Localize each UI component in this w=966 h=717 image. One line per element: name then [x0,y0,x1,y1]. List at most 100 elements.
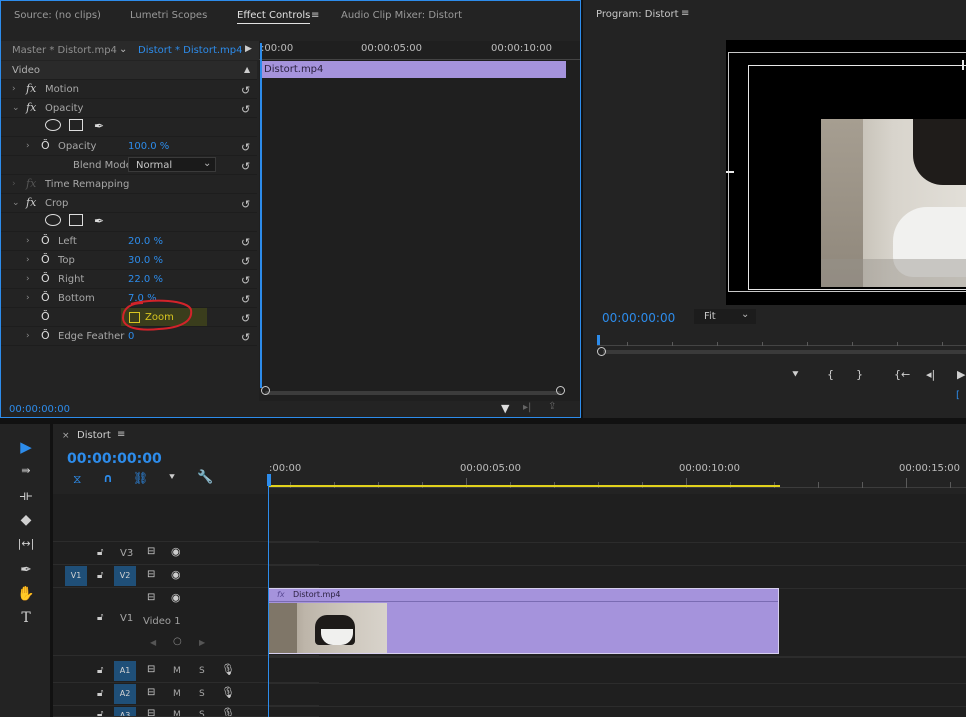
left-value[interactable]: 20.0 % [128,236,163,247]
mic-icon[interactable]: 🎙︎ [221,686,235,699]
lock-icon[interactable]: 🔓︎ [97,612,103,623]
work-area-bar[interactable] [268,485,780,487]
razor-tool-icon[interactable]: ◆ [15,512,37,532]
pen-tool-icon[interactable]: ✒ [15,562,37,582]
timeline-menu-icon[interactable]: ≡ [117,429,125,440]
solo-button[interactable]: S [199,689,205,699]
rectangle-mask-icon[interactable] [69,214,83,226]
effect-time-remapping[interactable]: › fx Time Remapping [1,175,257,194]
tab-source[interactable]: Source: (no clips) [14,10,101,21]
tab-audio-clip-mixer[interactable]: Audio Clip Mixer: Distort [341,10,462,21]
selection-tool-icon[interactable]: ▶ [15,438,37,458]
stopwatch-icon[interactable]: Ŏ [41,310,50,323]
reset-icon[interactable]: ↺ [241,255,250,268]
chevron-right-icon[interactable]: › [26,255,30,265]
stopwatch-icon[interactable]: Ŏ [41,139,50,152]
scroll-handle-left[interactable] [261,386,270,395]
solo-button[interactable]: S [199,710,205,716]
add-marker-icon[interactable]: ⯆ [791,368,800,382]
ellipse-mask-icon[interactable] [45,119,61,131]
chevron-down-icon[interactable]: ⌄ [119,44,127,55]
program-timecode[interactable]: 00:00:00:00 [602,311,675,325]
effect-opacity[interactable]: ⌄ fx Opacity ↺ [1,99,257,118]
nest-icon[interactable]: ⧖ [73,472,81,487]
stopwatch-icon[interactable]: Ŏ [41,291,50,304]
export-icon[interactable]: ⇪ [548,401,556,412]
hand-tool-icon[interactable]: ✋ [15,586,37,606]
mute-button[interactable]: M [173,689,181,699]
chevron-down-icon[interactable]: ⌄ [203,158,211,169]
program-video-frame[interactable] [726,40,966,305]
linked-selection-icon[interactable]: ⛓ [133,471,148,485]
effect-timecode[interactable]: 00:00:00:00 [9,404,70,415]
fx-icon[interactable]: fx [26,196,36,209]
track-a1-label[interactable]: A1 [114,661,136,681]
chevron-right-icon[interactable]: › [26,274,30,284]
reset-icon[interactable]: ↺ [241,293,250,306]
effect-motion[interactable]: › fx Motion ↺ [1,80,257,99]
effect-scrollbar[interactable] [265,391,561,395]
top-value[interactable]: 30.0 % [128,255,163,266]
clip-fx-badge[interactable]: fx [277,590,285,599]
add-keyframe-icon[interactable]: ○ [173,636,182,647]
eye-icon[interactable]: ◉ [171,545,181,558]
ellipse-mask-icon[interactable] [45,214,61,226]
clip-label[interactable]: Distort * Distort.mp4 [138,45,243,56]
chevron-right-icon[interactable]: › [26,236,30,246]
step-back-icon[interactable]: ◂| [926,368,935,381]
zoom-handle-left[interactable] [597,347,606,356]
effect-playhead[interactable] [260,43,262,388]
chevron-right-icon[interactable]: › [12,179,16,189]
tab-effect-controls[interactable]: Effect Controls [237,10,311,24]
next-keyframe-icon[interactable]: ▶ [199,638,205,647]
program-playhead[interactable] [597,335,600,345]
track-v2-label[interactable]: V2 [114,566,136,586]
lock-icon[interactable]: 🔓︎ [97,665,103,676]
slip-tool-icon[interactable]: |↔| [15,537,37,557]
timeline-playhead-head[interactable] [267,474,271,486]
panel-menu-icon[interactable]: ≡ [311,10,319,21]
stopwatch-icon[interactable]: Ŏ [41,253,50,266]
program-zoom-bar[interactable] [603,350,966,354]
handle-right-top[interactable] [962,60,964,70]
reset-icon[interactable]: ↺ [241,331,250,344]
fx-icon[interactable]: fx [26,101,36,114]
program-menu-icon[interactable]: ≡ [681,8,689,19]
chevron-right-icon[interactable]: › [26,141,30,151]
source-patch-v1[interactable]: V1 [65,566,87,586]
mark-out-icon[interactable]: } [856,368,863,381]
sync-lock-icon[interactable]: ⊟ [147,687,155,698]
play-only-icon[interactable]: ▸| [523,402,531,413]
program-ruler[interactable] [597,336,966,346]
insert-icon[interactable]: [ [956,390,960,401]
sync-lock-icon[interactable]: ⊟ [147,664,155,675]
chevron-down-icon[interactable]: ⌄ [12,103,20,113]
mute-button[interactable]: M [173,666,181,676]
play-arrow-icon[interactable]: ▶ [245,44,252,54]
master-clip-label[interactable]: Master * Distort.mp4 [12,45,117,56]
type-tool-icon[interactable]: T [15,610,37,630]
mute-button[interactable]: M [173,710,181,716]
pen-mask-icon[interactable]: ✒ [94,214,104,228]
lock-icon[interactable]: 🔓︎ [97,547,103,558]
mark-in-icon[interactable]: { [827,368,834,381]
reset-icon[interactable]: ↺ [241,236,250,249]
prev-keyframe-icon[interactable]: ◀ [150,638,156,647]
track-a3-label[interactable]: A3 [114,707,136,716]
mic-icon[interactable]: 🎙︎ [221,663,235,676]
chevron-right-icon[interactable]: › [26,293,30,303]
track-a2-label[interactable]: A2 [114,684,136,704]
program-title[interactable]: Program: Distort [596,9,679,20]
stopwatch-icon[interactable]: Ŏ [41,234,50,247]
stopwatch-icon[interactable]: Ŏ [41,329,50,342]
handle-left[interactable] [726,171,734,173]
ripple-edit-tool-icon[interactable]: ⟛ [15,488,37,508]
effect-crop[interactable]: ⌄ fx Crop ↺ [1,194,257,213]
reset-icon[interactable]: ↺ [241,84,250,97]
reset-icon[interactable]: ↺ [241,198,250,211]
snap-icon[interactable]: ∩ [103,471,113,485]
scroll-handle-right[interactable] [556,386,565,395]
rectangle-mask-icon[interactable] [69,119,83,131]
settings-wrench-icon[interactable]: 🔧 [197,470,213,485]
reset-icon[interactable]: ↺ [241,141,250,154]
